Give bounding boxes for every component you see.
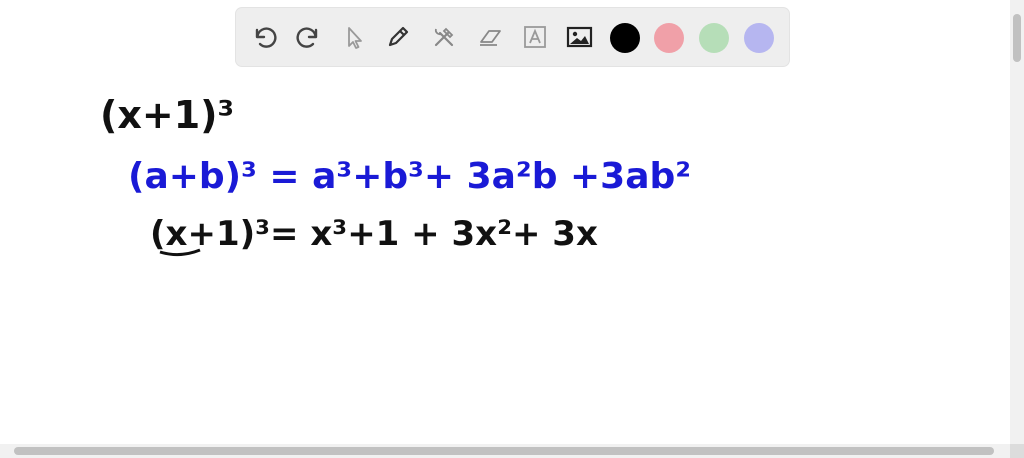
- horizontal-scrollbar[interactable]: [0, 444, 1010, 458]
- select-arrow-icon: [348, 27, 362, 49]
- text-box-icon: [524, 26, 546, 48]
- expansion-line: (x+1)³= x³+1 + 3x²+ 3x: [150, 214, 598, 254]
- tools-button[interactable]: [428, 21, 460, 53]
- text-button[interactable]: [519, 21, 551, 53]
- color-black-swatch[interactable]: [610, 23, 640, 53]
- whiteboard-canvas[interactable]: (x+1)³ (a+b)³ = a³+b³+ 3a²b +3ab² (x+1)³…: [0, 0, 1010, 444]
- drawing-toolbar: [236, 8, 789, 66]
- scroll-corner: [1010, 444, 1024, 458]
- tools-icon: [434, 27, 454, 47]
- select-button[interactable]: [338, 21, 370, 53]
- color-lavender-swatch[interactable]: [744, 23, 774, 53]
- color-pink-swatch[interactable]: [654, 23, 684, 53]
- image-button[interactable]: [563, 21, 595, 53]
- redo-icon: [296, 27, 318, 48]
- eraser-icon: [480, 30, 501, 46]
- pen-button[interactable]: [382, 21, 414, 53]
- handwriting-layer: (x+1)³ (a+b)³ = a³+b³+ 3a²b +3ab² (x+1)³…: [100, 93, 691, 257]
- expression-line-1: (x+1)³: [100, 93, 234, 137]
- pen-icon: [388, 26, 409, 47]
- color-green-swatch[interactable]: [699, 23, 729, 53]
- undo-button[interactable]: [248, 21, 280, 53]
- image-icon: [566, 26, 593, 48]
- vertical-scrollbar[interactable]: [1010, 0, 1024, 444]
- redo-button[interactable]: [293, 21, 325, 53]
- undo-icon: [255, 27, 277, 48]
- eraser-button[interactable]: [474, 21, 506, 53]
- vertical-scroll-thumb[interactable]: [1013, 14, 1021, 62]
- horizontal-scroll-thumb[interactable]: [14, 447, 994, 455]
- identity-line: (a+b)³ = a³+b³+ 3a²b +3ab²: [128, 156, 691, 197]
